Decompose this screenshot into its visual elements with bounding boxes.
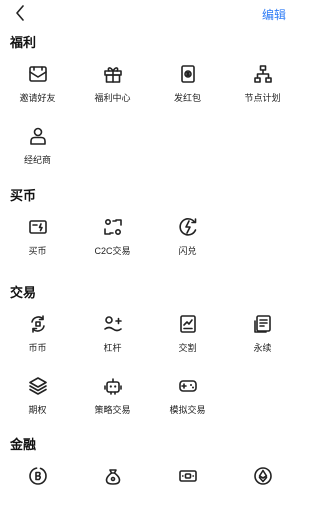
section-finance: 金融 — [0, 434, 300, 500]
item-label: 买币 — [28, 246, 47, 256]
top-bar: 编辑 — [0, 0, 300, 28]
back-arrow-icon[interactable] — [12, 4, 28, 22]
futures-delivery[interactable]: 交割 — [150, 312, 225, 368]
strategy-trade[interactable]: 策略交易 — [75, 374, 150, 430]
section-title: 福利 — [10, 35, 37, 50]
demo-trade[interactable]: 模拟交易 — [150, 374, 225, 430]
margin-trade[interactable]: 杠杆 — [75, 312, 150, 368]
ethereum-icon — [251, 464, 275, 488]
flash-icon — [176, 215, 200, 239]
robot-icon — [101, 374, 125, 398]
welfare-broker[interactable]: 经纪商 — [0, 124, 75, 180]
item-label: 闪兑 — [178, 246, 197, 256]
cash-icon — [176, 464, 200, 488]
c2c-icon — [101, 215, 125, 239]
finance-item-1[interactable] — [0, 464, 75, 520]
item-label: 币币 — [28, 343, 47, 353]
item-label: 永续 — [253, 343, 272, 353]
buy-card-icon — [26, 215, 50, 239]
game-controller-icon — [176, 374, 200, 398]
delivery-chart-icon — [176, 312, 200, 336]
item-label: 节点计划 — [244, 93, 281, 103]
spot-trade[interactable]: 币币 — [0, 312, 75, 368]
section-buy-crypto: 买币 买币 C2C交易 闪兑 — [0, 185, 300, 280]
section-welfare: 福利 邀请好友 福利中心 发红包 节点计划 经纪商 — [0, 32, 300, 182]
perpetual-doc-icon — [251, 312, 275, 336]
item-label: 邀请好友 — [19, 93, 56, 103]
gift-icon — [101, 62, 125, 86]
finance-item-4[interactable] — [225, 464, 300, 520]
buy-crypto[interactable]: 买币 — [0, 215, 75, 271]
item-label: 交割 — [178, 343, 197, 353]
flash-swap[interactable]: 闪兑 — [150, 215, 225, 271]
section-trade: 交易 币币 杠杆 交割 永续 期权 策略交易 模拟交易 — [0, 282, 300, 432]
finance-item-3[interactable] — [150, 464, 225, 520]
swap-icon — [26, 312, 50, 336]
item-label: 策略交易 — [94, 405, 131, 415]
red-packet-icon — [176, 62, 200, 86]
item-label: 发红包 — [173, 93, 201, 103]
welfare-invite-friends[interactable]: 邀请好友 — [0, 62, 75, 118]
person-icon — [26, 124, 50, 148]
welfare-node-plan[interactable]: 节点计划 — [225, 62, 300, 118]
section-title: 金融 — [10, 437, 37, 452]
section-title: 买币 — [10, 188, 37, 203]
layers-icon — [26, 374, 50, 398]
item-label: 期权 — [28, 405, 47, 415]
leverage-icon — [101, 312, 125, 336]
money-bag-icon — [101, 464, 125, 488]
finance-item-2[interactable] — [75, 464, 150, 520]
welfare-red-packet[interactable]: 发红包 — [150, 62, 225, 118]
c2c-trade[interactable]: C2C交易 — [75, 215, 150, 271]
welfare-center[interactable]: 福利中心 — [75, 62, 150, 118]
item-label: 模拟交易 — [169, 405, 206, 415]
item-label: 经纪商 — [23, 155, 51, 165]
item-label: 福利中心 — [94, 93, 131, 103]
perpetual-swap[interactable]: 永续 — [225, 312, 300, 368]
envelope-icon — [26, 62, 50, 86]
section-title: 交易 — [10, 285, 37, 300]
edit-button[interactable]: 编辑 — [262, 6, 286, 23]
options-trade[interactable]: 期权 — [0, 374, 75, 430]
item-label: 杠杆 — [103, 343, 122, 353]
node-tree-icon — [251, 62, 275, 86]
item-label: C2C交易 — [94, 246, 131, 256]
bitcoin-coin-icon — [26, 464, 50, 488]
